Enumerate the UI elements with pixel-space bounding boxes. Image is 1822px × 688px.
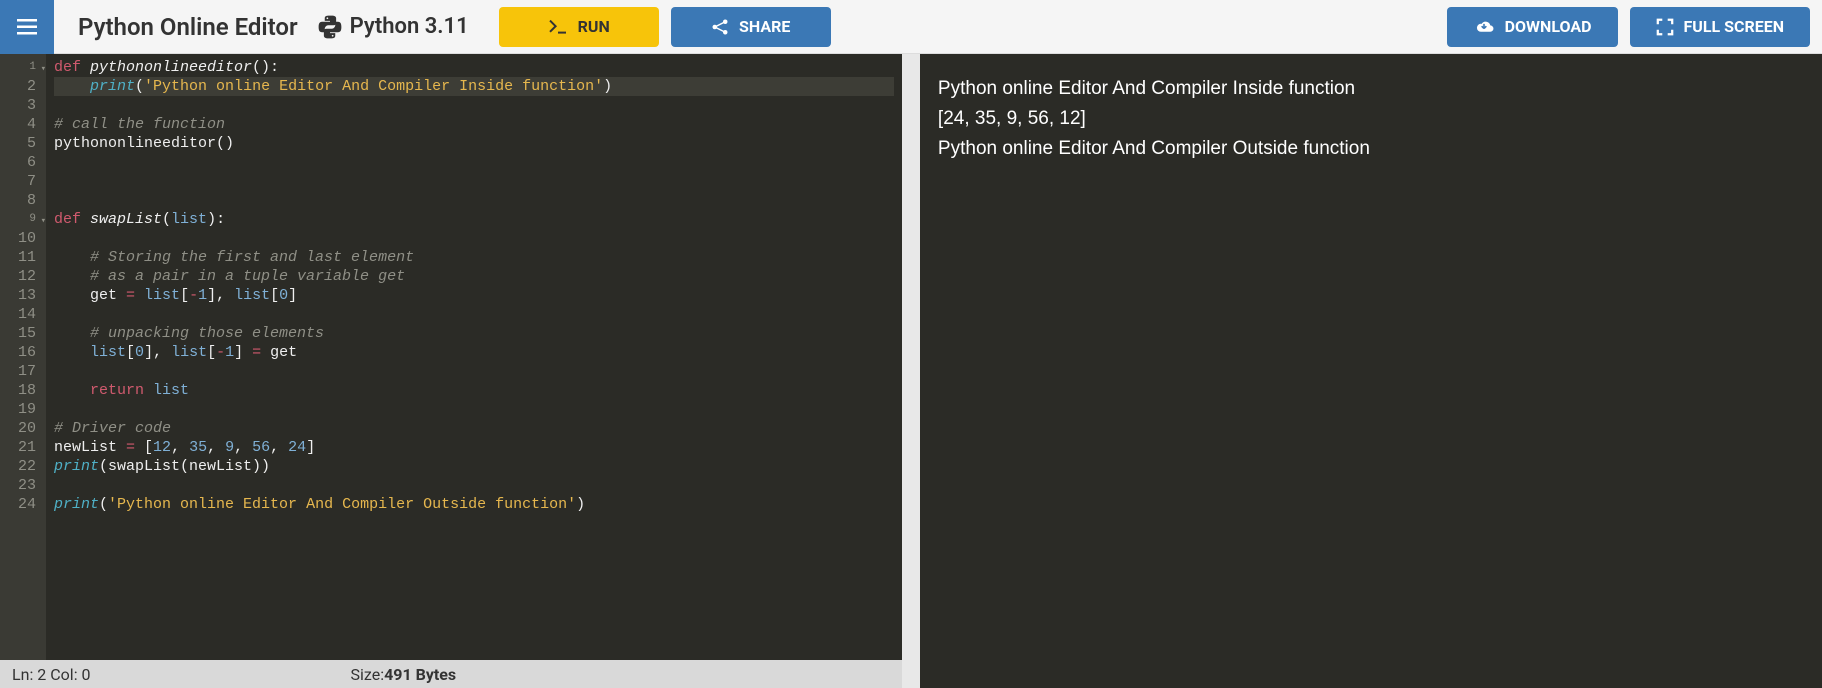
size-label: Size: <box>351 665 385 684</box>
line-number: 16 <box>8 343 36 362</box>
code-line[interactable] <box>54 96 894 115</box>
download-button[interactable]: DOWNLOAD <box>1447 7 1618 47</box>
code-line[interactable]: def pythononlineeditor(): <box>54 58 894 77</box>
cursor-position: Ln: 2 Col: 0 <box>12 665 91 684</box>
line-number: 7 <box>8 172 36 191</box>
code-line[interactable]: print('Python online Editor And Compiler… <box>54 77 894 96</box>
line-number: 6 <box>8 153 36 172</box>
line-number: 23 <box>8 476 36 495</box>
output-line: [24, 35, 9, 56, 12] <box>938 104 1804 134</box>
share-icon <box>711 18 729 36</box>
line-number: 18 <box>8 381 36 400</box>
line-number: 21 <box>8 438 36 457</box>
code-line[interactable]: list[0], list[-1] = get <box>54 343 894 362</box>
menu-button[interactable] <box>0 0 54 54</box>
fullscreen-button[interactable]: FULL SCREEN <box>1630 7 1810 47</box>
fullscreen-icon <box>1656 18 1674 36</box>
status-bar: Ln: 2 Col: 0 Size:491 Bytes <box>0 660 902 688</box>
menu-icon <box>17 19 37 35</box>
code-line[interactable]: # as a pair in a tuple variable get <box>54 267 894 286</box>
code-line[interactable] <box>54 191 894 210</box>
line-number: 11 <box>8 248 36 267</box>
line-number: 14 <box>8 305 36 324</box>
code-editor[interactable]: 123456789101112131415161718192021222324 … <box>0 54 902 660</box>
code-line[interactable]: newList = [12, 35, 9, 56, 24] <box>54 438 894 457</box>
code-area[interactable]: def pythononlineeditor(): print('Python … <box>46 54 902 660</box>
code-line[interactable]: # Driver code <box>54 419 894 438</box>
line-number: 24 <box>8 495 36 514</box>
code-line[interactable]: # call the function <box>54 115 894 134</box>
line-number: 8 <box>8 191 36 210</box>
output-line: Python online Editor And Compiler Inside… <box>938 74 1804 104</box>
terminal-icon <box>548 19 568 35</box>
language-label: Python 3.11 <box>316 13 469 41</box>
line-number: 1 <box>8 58 36 77</box>
code-line[interactable] <box>54 305 894 324</box>
share-label: SHARE <box>739 17 790 36</box>
file-size: Size:491 Bytes <box>351 665 457 684</box>
line-number: 3 <box>8 96 36 115</box>
code-line[interactable] <box>54 476 894 495</box>
code-line[interactable]: pythononlineeditor() <box>54 134 894 153</box>
line-number: 13 <box>8 286 36 305</box>
python-icon <box>316 13 344 41</box>
line-number: 19 <box>8 400 36 419</box>
line-number: 15 <box>8 324 36 343</box>
line-number: 5 <box>8 134 36 153</box>
line-number: 2 <box>8 77 36 96</box>
editor-pane: 123456789101112131415161718192021222324 … <box>0 54 902 688</box>
code-line[interactable]: def swapList(list): <box>54 210 894 229</box>
pane-divider[interactable] <box>902 54 920 688</box>
size-value: 491 Bytes <box>384 665 456 684</box>
line-number: 22 <box>8 457 36 476</box>
toolbar: Python Online Editor Python 3.11 RUN SHA… <box>0 0 1822 54</box>
code-line[interactable] <box>54 362 894 381</box>
run-button[interactable]: RUN <box>499 7 659 47</box>
code-line[interactable] <box>54 153 894 172</box>
output-area: Python online Editor And Compiler Inside… <box>920 54 1822 688</box>
code-line[interactable] <box>54 172 894 191</box>
line-number: 9 <box>8 210 36 229</box>
line-number: 17 <box>8 362 36 381</box>
line-number: 4 <box>8 115 36 134</box>
code-line[interactable]: print('Python online Editor And Compiler… <box>54 495 894 514</box>
app-title: Python Online Editor <box>78 13 298 41</box>
code-line[interactable]: get = list[-1], list[0] <box>54 286 894 305</box>
code-line[interactable] <box>54 229 894 248</box>
split-pane: 123456789101112131415161718192021222324 … <box>0 54 1822 688</box>
output-line: Python online Editor And Compiler Outsid… <box>938 134 1804 164</box>
cloud-download-icon <box>1473 18 1495 36</box>
language-text: Python 3.11 <box>350 14 469 39</box>
output-pane: Python online Editor And Compiler Inside… <box>920 54 1822 688</box>
code-line[interactable] <box>54 400 894 419</box>
code-line[interactable]: # unpacking those elements <box>54 324 894 343</box>
line-number: 10 <box>8 229 36 248</box>
line-number: 12 <box>8 267 36 286</box>
fullscreen-label: FULL SCREEN <box>1684 17 1784 36</box>
share-button[interactable]: SHARE <box>671 7 831 47</box>
run-label: RUN <box>578 17 610 36</box>
download-label: DOWNLOAD <box>1505 17 1592 36</box>
code-line[interactable]: return list <box>54 381 894 400</box>
code-line[interactable]: # Storing the first and last element <box>54 248 894 267</box>
line-number: 20 <box>8 419 36 438</box>
code-line[interactable]: print(swapList(newList)) <box>54 457 894 476</box>
line-gutter: 123456789101112131415161718192021222324 <box>0 54 46 660</box>
